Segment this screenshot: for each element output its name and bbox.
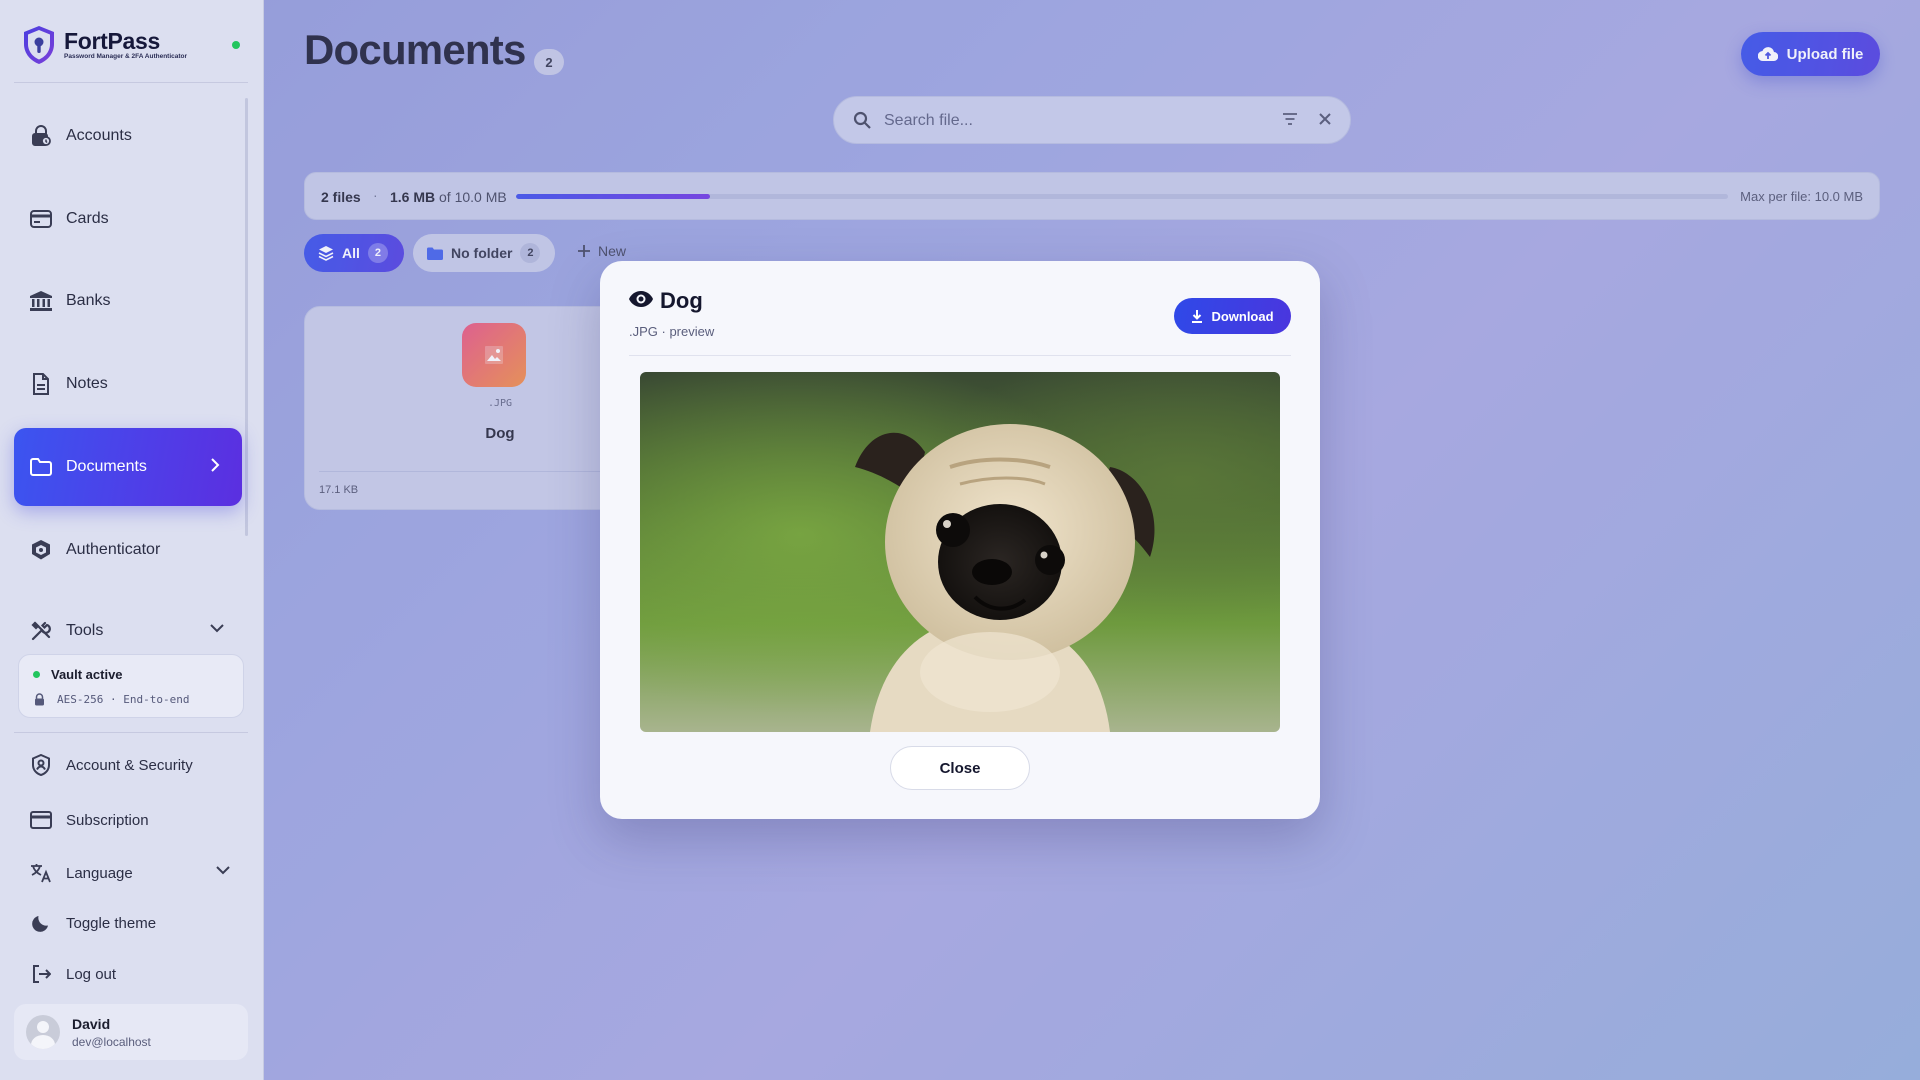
modal-title: Dog [660, 288, 703, 313]
sidebar-item-documents[interactable]: Documents [14, 428, 242, 506]
user-card[interactable]: David dev@localhost [14, 1004, 248, 1060]
sidebar-item-toggle-theme[interactable]: Toggle theme [14, 903, 242, 943]
sidebar-divider [14, 732, 248, 733]
preview-modal: Dog .JPG · preview Download Close [600, 261, 1320, 819]
sidebar-item-label: Authenticator [66, 541, 161, 558]
sidebar-scrollbar[interactable] [245, 98, 248, 536]
small-lock-icon [34, 693, 45, 706]
vault-status-card: Vault active AES-256 · End-to-end [18, 654, 244, 718]
user-email: dev@localhost [72, 1034, 151, 1049]
sidebar-item-label: Notes [66, 375, 108, 392]
sidebar-item-label: Documents [66, 458, 147, 475]
folder-icon [30, 456, 52, 478]
dog-photo [640, 372, 1280, 732]
sidebar-item-label: Account & Security [66, 756, 193, 774]
sidebar-item-authenticator[interactable]: Authenticator [14, 511, 242, 589]
card-icon [30, 208, 52, 230]
sidebar-item-account-security[interactable]: Account & Security [14, 745, 242, 785]
sidebar-divider [14, 82, 248, 83]
tools-icon [30, 620, 52, 642]
sidebar-item-banks[interactable]: Banks [14, 262, 242, 340]
sidebar-item-log-out[interactable]: Log out [14, 954, 242, 994]
download-button[interactable]: Download [1174, 298, 1291, 334]
modal-subtitle: .JPG · preview [629, 324, 715, 339]
sidebar-item-label: Banks [66, 292, 111, 309]
shield-user-icon [30, 754, 52, 776]
brand-tagline: Password Manager & 2FA Authenticator [64, 53, 188, 60]
download-icon [1192, 310, 1203, 323]
brand-name: FortPass [64, 28, 161, 54]
image-preview [640, 372, 1280, 732]
user-name: David [72, 1015, 111, 1032]
credit-card-icon [30, 809, 52, 831]
logout-icon [30, 963, 52, 985]
sidebar-item-label: Cards [66, 210, 109, 227]
sidebar-item-accounts[interactable]: Accounts [14, 97, 242, 175]
sidebar-item-label: Accounts [66, 127, 132, 144]
sidebar-item-subscription[interactable]: Subscription [14, 800, 242, 840]
modal-divider [629, 355, 1291, 356]
online-status-dot [232, 41, 240, 49]
eye-icon [629, 291, 653, 307]
note-icon [30, 373, 52, 395]
close-button[interactable]: Close [890, 746, 1030, 790]
translate-icon [30, 862, 52, 884]
sidebar: FortPass Password Manager & 2FA Authenti… [0, 0, 264, 1080]
sidebar-item-language[interactable]: Language [14, 853, 242, 893]
sidebar-item-label: Toggle theme [66, 914, 157, 932]
vault-status-dot [33, 671, 40, 678]
brand[interactable]: FortPass Password Manager & 2FA Authenti… [20, 24, 187, 66]
vault-encryption-info: AES-256 · End-to-end [57, 693, 190, 706]
sidebar-item-label: Log out [66, 965, 117, 983]
chevron-right-icon [210, 458, 220, 472]
sidebar-item-label: Subscription [66, 811, 149, 829]
shield-cube-icon [30, 539, 52, 561]
fortpass-logo-icon [24, 26, 54, 64]
avatar [26, 1015, 60, 1049]
lock-icon [30, 125, 52, 147]
bank-icon [30, 290, 52, 312]
chevron-down-icon [210, 623, 224, 633]
sidebar-item-label: Tools [66, 622, 104, 639]
sidebar-item-label: Language [66, 864, 133, 882]
download-label: Download [1211, 308, 1274, 324]
chevron-down-icon [216, 865, 230, 875]
vault-status-title: Vault active [51, 667, 123, 682]
moon-icon [30, 912, 52, 934]
sidebar-item-notes[interactable]: Notes [14, 345, 242, 423]
sidebar-item-cards[interactable]: Cards [14, 180, 242, 258]
